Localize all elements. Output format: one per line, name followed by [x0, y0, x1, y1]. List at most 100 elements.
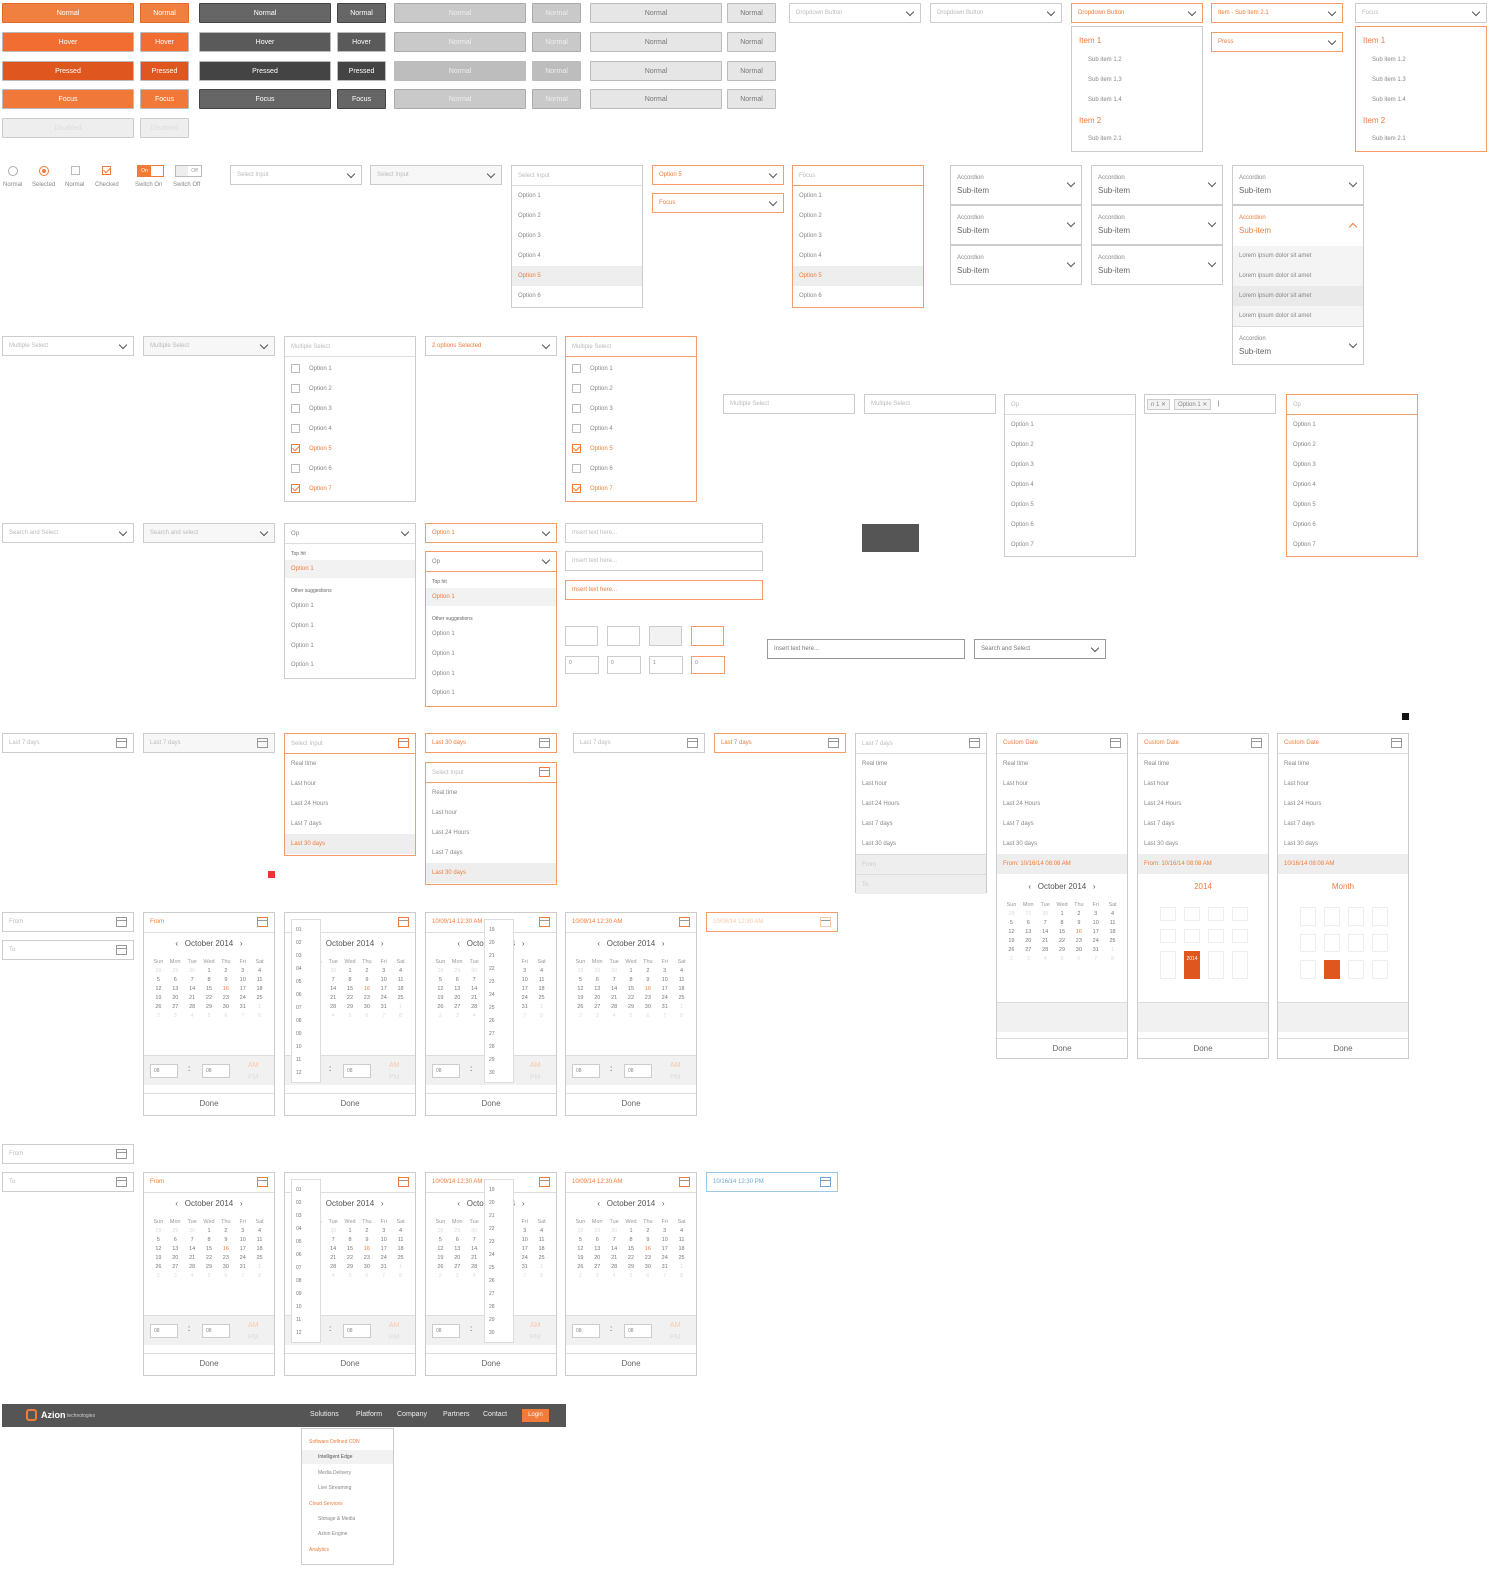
day-cell[interactable]: 12	[150, 986, 167, 992]
day-cell[interactable]: 11	[533, 977, 550, 983]
next-icon[interactable]: ›	[1093, 882, 1096, 891]
day-cell[interactable]: 3	[449, 1013, 466, 1019]
day-cell[interactable]: 5	[150, 1237, 167, 1243]
accordion-6[interactable]: Accordion Sub-item	[1091, 245, 1223, 285]
checkbox[interactable]	[291, 464, 300, 473]
day-cell[interactable]: 20	[449, 1255, 466, 1261]
day-cell[interactable]: 5	[432, 977, 449, 983]
suggestion-option[interactable]: Option 1	[432, 690, 455, 696]
day-cell[interactable]: 7	[375, 1273, 392, 1279]
day-cell[interactable]: 25	[1104, 938, 1121, 944]
day-cell[interactable]: 3	[1087, 911, 1104, 917]
tree-item-1[interactable]: Item 1	[1079, 36, 1101, 45]
nav-contact[interactable]: Contact	[483, 1411, 507, 1418]
hour-scroll-list[interactable]: 01 02 03 04 05 06 07 08 09 10 11 12	[291, 919, 321, 1083]
day-cell[interactable]: 7	[466, 977, 483, 983]
day-cell[interactable]: 28	[606, 1004, 623, 1010]
day-cell[interactable]: 24	[375, 995, 392, 1001]
scroll-item[interactable]: 12	[296, 1067, 316, 1080]
orange-button-small-pressed[interactable]: Pressed	[140, 61, 189, 81]
day-cell[interactable]: 30	[466, 1228, 483, 1234]
orange-button-focus[interactable]: Focus	[2, 89, 134, 109]
day-scroll-list[interactable]: 19 20 21 22 23 24 25 26 27 28 29 30	[484, 1179, 514, 1343]
tree-item-1[interactable]: Item 1	[1363, 36, 1385, 45]
day-cell[interactable]: 19	[1003, 938, 1020, 944]
day-cell[interactable]: 27	[589, 1264, 606, 1270]
scroll-item[interactable]: 30	[489, 1327, 509, 1340]
done-button[interactable]: Done	[144, 1093, 274, 1113]
prev-icon[interactable]: ‹	[175, 1199, 178, 1208]
day-cell[interactable]: 4	[184, 1013, 201, 1019]
search-input[interactable]: Op	[285, 524, 415, 544]
day-cell[interactable]: 31	[375, 1264, 392, 1270]
day-cell[interactable]: 25	[673, 1255, 690, 1261]
day-cell[interactable]: 28	[432, 968, 449, 974]
pm-toggle[interactable]: PM	[389, 1334, 400, 1341]
day-cell[interactable]: 4	[606, 1273, 623, 1279]
day-cell[interactable]: 20	[449, 995, 466, 1001]
dropdown-button-2[interactable]: Dropdown Button	[930, 3, 1062, 23]
checkbox[interactable]	[572, 364, 581, 373]
scroll-item[interactable]: 19	[489, 924, 509, 937]
tag-input-filled[interactable]: n 1 ✕ Option 1 ✕ |	[1144, 394, 1276, 414]
day-cell[interactable]: 5	[432, 1237, 449, 1243]
orange-button-hover[interactable]: Hover	[2, 32, 134, 52]
day-cell[interactable]: 28	[1003, 911, 1020, 917]
scroll-item[interactable]: 04	[296, 963, 316, 976]
scroll-item[interactable]: 02	[296, 1197, 316, 1210]
menu-item[interactable]: Live Streaming	[318, 1485, 351, 1491]
day-cell[interactable]: 6	[589, 977, 606, 983]
day-cell[interactable]: 15	[342, 986, 359, 992]
day-cell[interactable]: 12	[572, 1246, 589, 1252]
select-option[interactable]: Option 3	[512, 226, 642, 246]
scroll-item[interactable]: 04	[296, 1223, 316, 1236]
pm-toggle[interactable]: PM	[248, 1074, 259, 1081]
am-toggle[interactable]: AM	[389, 1322, 400, 1329]
tree-subitem[interactable]: Sub item 1.3	[1372, 77, 1406, 83]
day-cell[interactable]: 26	[572, 1004, 589, 1010]
datetime-input[interactable]: From	[144, 1173, 274, 1193]
day-cell[interactable]: 17	[234, 986, 251, 992]
login-button[interactable]: Login	[522, 1409, 549, 1422]
tag-search-input[interactable]: Op	[1005, 395, 1135, 415]
minute-select[interactable]: 08	[202, 1324, 230, 1338]
range-option[interactable]: Last 7 days	[426, 843, 556, 863]
prev-icon[interactable]: ‹	[1028, 882, 1031, 891]
day-cell[interactable]: 13	[167, 986, 184, 992]
select-input-focus[interactable]: Focus	[652, 193, 784, 213]
scroll-item[interactable]: 01	[296, 1184, 316, 1197]
accordion-4[interactable]: Accordion Sub-item	[1091, 165, 1223, 205]
day-cell[interactable]: 7	[516, 1273, 533, 1279]
day-cell[interactable]: 3	[656, 1228, 673, 1234]
from-field[interactable]: From	[856, 854, 986, 874]
tag-option[interactable]: Option 6	[1287, 515, 1417, 535]
small-input-2[interactable]	[607, 626, 640, 646]
day-cell[interactable]: 1	[342, 1228, 359, 1234]
day-cell[interactable]: 1	[251, 1264, 268, 1270]
day-cell[interactable]: 4	[673, 1228, 690, 1234]
day-cell[interactable]: 3	[589, 1273, 606, 1279]
day-cell[interactable]: 4	[466, 1013, 483, 1019]
scroll-item[interactable]: 24	[489, 989, 509, 1002]
day-cell[interactable]: 20	[167, 1255, 184, 1261]
day-cell[interactable]: 16	[639, 1246, 656, 1252]
range-option-selected[interactable]: Last 30 days	[285, 834, 415, 854]
day-cell[interactable]: 30	[606, 968, 623, 974]
day-cell[interactable]: 2	[217, 968, 234, 974]
tag-chip[interactable]: Option 1 ✕	[1174, 398, 1212, 410]
text-input-1[interactable]: Insert text here...	[565, 523, 763, 543]
day-cell[interactable]: 7	[656, 1013, 673, 1019]
day-cell[interactable]: 7	[184, 1237, 201, 1243]
done-button[interactable]: Done	[426, 1353, 556, 1373]
day-cell[interactable]: 9	[1070, 920, 1087, 926]
select-option[interactable]: Option 1	[793, 186, 923, 206]
day-cell[interactable]: 12	[572, 986, 589, 992]
day-cell[interactable]: 4	[251, 1228, 268, 1234]
scroll-item[interactable]: 27	[489, 1028, 509, 1041]
time-picker[interactable]: 08 : 08 AM PM	[144, 1315, 274, 1345]
day-cell[interactable]: 8	[342, 1237, 359, 1243]
range-option[interactable]: Real time	[285, 754, 415, 774]
day-cell[interactable]: 12	[150, 1246, 167, 1252]
day-cell[interactable]: 26	[432, 1004, 449, 1010]
scroll-item[interactable]: 22	[489, 1223, 509, 1236]
